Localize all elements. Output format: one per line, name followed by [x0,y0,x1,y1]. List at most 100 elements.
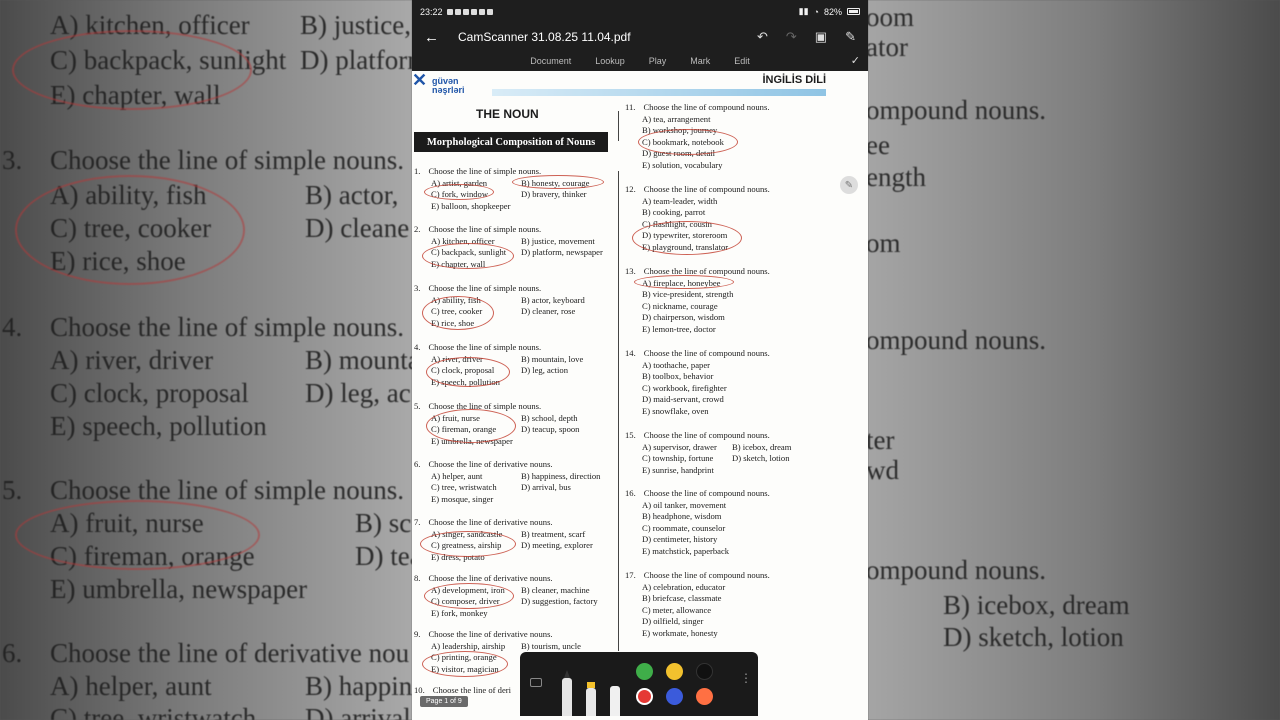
answer-option: D) oilfield, singer [642,616,704,627]
question-block: 16. Choose the line of compound nouns. A) … [625,488,770,558]
column-divider [618,111,619,141]
question-number: 17. [625,570,636,580]
app-bar: ← CamScanner 31.08.25 11.04.pdf ↶ ↷ ▣ ✎ [412,23,868,51]
bg-text: wd [868,455,899,485]
tab-edit[interactable]: Edit [734,56,750,66]
keyboard-icon[interactable] [530,678,542,687]
answer-option: D) centimeter, history [642,534,718,545]
question-text: 5. Choose the line of simple nouns. [414,401,621,413]
question-text: 8. Choose the line of derivative nouns. [414,573,621,585]
answer-option: B) vice-president, strength [642,289,734,300]
color-red-swatch[interactable] [636,688,653,705]
color-green-swatch[interactable] [636,663,653,680]
answer-option: B) justice, movement [521,235,595,246]
answer-options: A) oil tanker, movement B) headphone, wis… [625,500,770,546]
status-bar: 23:22 ▮▮ ◔ 82% [412,0,868,23]
answer-options: A) celebration, educator B) briefcase, cl… [625,582,770,628]
tab-play[interactable]: Play [649,56,667,66]
document-page[interactable]: ✕ güvən nəşrləri İNGİLİS DİLİ THE NOUN M… [412,71,868,720]
color-black-swatch[interactable] [696,663,713,680]
background-left: A) kitchen, officer B) justice, C) backp… [0,0,412,720]
question-prompt: Choose the line of simple nouns. [428,342,542,352]
question-text: 7. Choose the line of derivative nouns. [414,517,621,529]
red-circle-annotation [632,221,742,255]
question-text: 16. Choose the line of compound nouns. [625,488,770,500]
bg-text: D) leg, ac [305,378,411,408]
redo-icon[interactable]: ↷ [786,29,797,45]
answer-option: D) maid-servant, crowd [642,394,724,405]
red-circle-annotation [426,357,510,387]
tab-document[interactable]: Document [530,56,571,66]
answer-option: B) actor, keyboard [521,294,585,305]
bg-text: B) actor, [305,180,399,210]
status-time: 23:22 [420,6,443,17]
tab-lookup[interactable]: Lookup [595,56,625,66]
question-prompt: Choose the line of compound nouns. [643,184,770,194]
question-number: 13. [625,266,636,276]
question-prompt: Choose the line of derivative nouns. [428,573,553,583]
question-number: 15. [625,430,636,440]
tab-mark[interactable]: Mark [690,56,710,66]
question-number: 12. [625,184,636,194]
question-prompt: Choose the line of simple nouns. [428,224,542,234]
answer-option: B) school, depth [521,412,578,423]
answer-option: B) mountain, love [521,353,584,364]
color-multi-swatch[interactable] [696,688,713,705]
question-number: 7. [414,517,421,527]
signal-icon: ▮▮ [798,6,809,16]
question-prompt: Choose the line of derivative nouns. [428,459,553,469]
bg-text: D) tea [355,541,412,571]
undo-icon[interactable]: ↶ [757,29,768,45]
drawing-toolbar: ⋮ [520,652,758,716]
battery-icon [847,8,860,15]
question-text: 6. Choose the line of derivative nouns. [414,459,621,471]
page-title: THE NOUN [476,107,539,121]
bg-text: 6. [2,638,23,668]
back-arrow-icon[interactable]: ← [424,29,458,46]
bg-text: C) clock, proposal [50,378,249,408]
answer-option: B) briefcase, classmate [642,593,722,604]
bg-text: B) justice, [300,10,411,40]
bg-text: 3. [2,145,23,175]
edit-pencil-icon[interactable]: ✎ [840,176,858,194]
answer-option: C) workbook, firefighter [642,382,727,393]
save-icon[interactable]: ▣ [815,29,827,45]
answer-option: D) chairperson, wisdom [642,312,725,323]
done-check-icon[interactable]: ✓ [851,54,860,67]
question-block: 14. Choose the line of compound nouns. A) … [625,348,770,418]
answer-option: A) tea, arrangement [642,113,711,124]
more-options-icon[interactable]: ⋮ [740,672,752,684]
answer-option: C) township, fortune [642,453,714,464]
bg-text: A) helper, aunt [50,671,212,701]
wifi-icon: ◔ [813,6,819,17]
bg-annotation [12,30,252,110]
color-blue-swatch[interactable] [666,688,683,705]
answer-option: D) bravery, thinker [521,189,587,200]
logo-x-icon: ✕ [412,70,428,90]
answer-option: E) matchstick, paperback [642,545,730,556]
bg-text: B) icebox, dream [943,590,1130,620]
question-prompt: Choose the line of simple nouns. [428,166,542,176]
bg-text: Choose the line of simple nouns. [50,145,404,175]
answer-option: E) sunrise, handprint [642,464,714,475]
bg-text: D) cleane [305,213,410,243]
bg-text: B) happin [305,671,412,701]
color-yellow-swatch[interactable] [666,663,683,680]
bg-text: ength [868,162,926,192]
sign-pen-icon[interactable]: ✎ [845,29,856,45]
answer-option: B) cleaner, machine [521,584,590,595]
question-text: 2. Choose the line of simple nouns. [414,224,621,236]
pen-tool-icon[interactable] [562,670,572,716]
answer-option: A) team-leader, width [642,195,718,206]
bg-text: E) speech, pollution [50,411,267,441]
answer-option: D) meeting, explorer [521,540,593,551]
question-block: 6. Choose the line of derivative nouns. A)… [414,459,621,505]
answer-option: D) suggestion, factory [521,596,598,607]
question-text: 11. Choose the line of compound nouns. [625,102,769,114]
question-number: 10. [414,685,425,695]
eraser-tool-icon[interactable] [610,686,620,716]
bg-text: Choose the line of simple nouns. [50,312,404,342]
highlighter-tool-icon[interactable] [586,682,596,716]
file-title: CamScanner 31.08.25 11.04.pdf [458,30,631,44]
answer-option: D) platform, newspaper [521,247,603,258]
